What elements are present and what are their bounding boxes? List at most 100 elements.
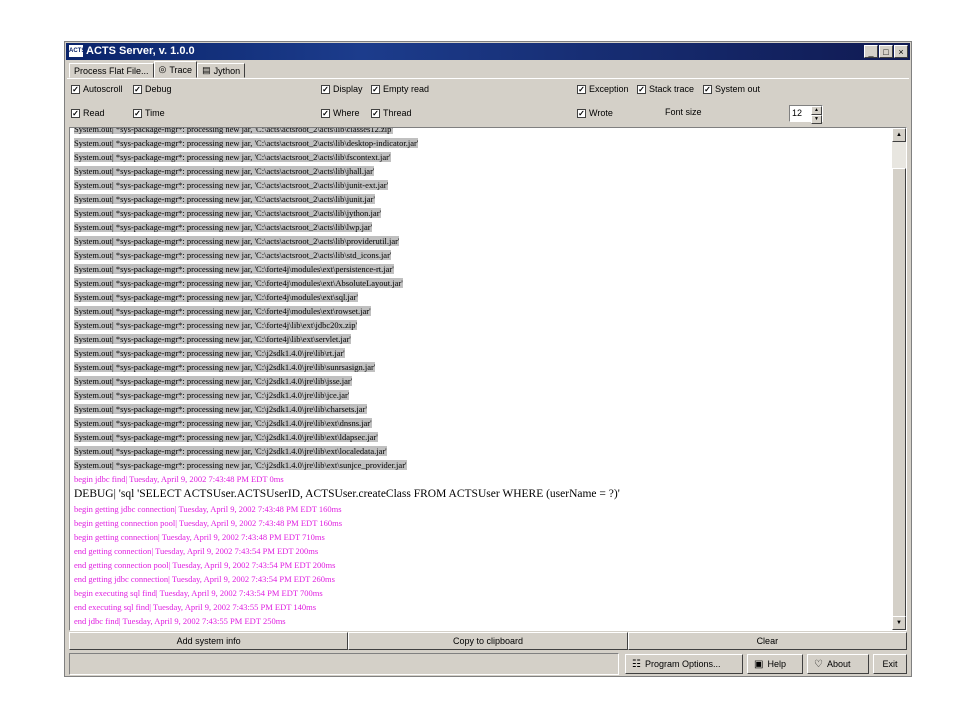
log-line-text: System.out| *sys-package-mgr*: processin… [74, 376, 353, 386]
log-line: begin getting connection| Tuesday, April… [74, 530, 890, 544]
log-line: end getting connection pool| Tuesday, Ap… [74, 558, 890, 572]
log-line: System.out| *sys-package-mgr*: processin… [74, 276, 890, 290]
button-label: Exit [882, 659, 898, 669]
log-line-text: System.out| *sys-package-mgr*: processin… [74, 236, 400, 246]
log-line-text: begin getting connection| Tuesday, April… [74, 532, 325, 542]
checkbox-checked-icon: ✓ [321, 84, 330, 94]
log-lines: System.out| *sys-package-mgr*: processin… [74, 128, 890, 628]
autoscroll-checkbox[interactable]: ✓ Autoscroll [71, 84, 123, 94]
font-size-spinner[interactable]: 12 ▲ ▼ [789, 105, 823, 124]
option-label: Time [145, 108, 165, 118]
log-line: System.out| *sys-package-mgr*: processin… [74, 332, 890, 346]
option-label: Read [83, 108, 105, 118]
debug-checkbox[interactable]: ✓ Debug [133, 84, 172, 94]
checkbox-checked-icon: ✓ [133, 84, 142, 94]
font-size-value[interactable]: 12 [790, 106, 811, 121]
scroll-up-icon[interactable]: ▲ [892, 128, 906, 142]
button-label: About [826, 659, 851, 669]
log-line-text: DEBUG| 'sql 'SELECT ACTSUser.ACTSUserID,… [74, 488, 620, 500]
button-label: Help [767, 659, 786, 669]
tab-label: Trace [169, 64, 193, 75]
checkbox-checked-icon: ✓ [133, 108, 142, 118]
log-line: System.out| *sys-package-mgr*: processin… [74, 304, 890, 318]
log-line-text: end getting connection| Tuesday, April 9… [74, 546, 319, 556]
tab-process-flat-file[interactable]: Process Flat File... [69, 63, 154, 78]
scrollbar-thumb[interactable] [892, 168, 906, 630]
read-checkbox[interactable]: ✓ Read [71, 108, 105, 118]
log-line: System.out| *sys-package-mgr*: processin… [74, 128, 890, 136]
close-button[interactable]: × [894, 45, 908, 58]
log-line-text: System.out| *sys-package-mgr*: processin… [74, 128, 393, 134]
log-line-text: begin executing sql find| Tuesday, April… [74, 588, 323, 598]
log-line-text: end getting connection pool| Tuesday, Ap… [74, 560, 336, 570]
log-line: System.out| *sys-package-mgr*: processin… [74, 458, 890, 472]
log-line-text: System.out| *sys-package-mgr*: processin… [74, 264, 394, 274]
scroll-down-icon[interactable]: ▼ [892, 616, 906, 630]
help-button[interactable]: ▣ Help [747, 654, 803, 674]
title-bar[interactable]: ACTS ACTS Server, v. 1.0.0 _ □ × [66, 43, 910, 60]
log-line: DEBUG| 'sql 'SELECT ACTSUser.ACTSUserID,… [74, 486, 890, 502]
checkbox-checked-icon: ✓ [71, 108, 80, 118]
checkbox-checked-icon: ✓ [321, 108, 330, 118]
tab-label: Jython [213, 65, 241, 76]
copy-to-clipboard-button[interactable]: Copy to clipboard [348, 632, 628, 650]
log-line-text: System.out| *sys-package-mgr*: processin… [74, 334, 351, 344]
log-line-text: System.out| *sys-package-mgr*: processin… [74, 348, 345, 358]
log-line: System.out| *sys-package-mgr*: processin… [74, 206, 890, 220]
log-line: System.out| *sys-package-mgr*: processin… [74, 150, 890, 164]
add-system-info-button[interactable]: Add system info [69, 632, 349, 650]
tab-trace[interactable]: ◎ Trace [153, 61, 198, 78]
exception-checkbox[interactable]: ✓ Exception [577, 84, 629, 94]
where-checkbox[interactable]: ✓ Where [321, 108, 360, 118]
maximize-button[interactable]: □ [879, 45, 893, 58]
vertical-scrollbar[interactable]: ▲ ▼ [892, 128, 906, 630]
checkbox-checked-icon: ✓ [371, 108, 380, 118]
exit-button[interactable]: Exit [873, 654, 907, 674]
log-line: System.out| *sys-package-mgr*: processin… [74, 318, 890, 332]
log-line: System.out| *sys-package-mgr*: processin… [74, 374, 890, 388]
log-line-text: System.out| *sys-package-mgr*: processin… [74, 390, 350, 400]
jython-icon: ▤ [202, 65, 211, 75]
tab-jython[interactable]: ▤ Jython [197, 63, 246, 78]
clear-button[interactable]: Clear [627, 632, 907, 650]
thread-checkbox[interactable]: ✓ Thread [371, 108, 412, 118]
log-line-text: System.out| *sys-package-mgr*: processin… [74, 222, 373, 232]
option-label: Debug [145, 84, 172, 94]
spinner-up-icon[interactable]: ▲ [811, 106, 822, 115]
log-line: end jdbc find| Tuesday, April 9, 2002 7:… [74, 614, 890, 628]
log-line: System.out| *sys-package-mgr*: processin… [74, 388, 890, 402]
log-line: System.out| *sys-package-mgr*: processin… [74, 220, 890, 234]
log-line: end executing sql find| Tuesday, April 9… [74, 600, 890, 614]
time-checkbox[interactable]: ✓ Time [133, 108, 165, 118]
log-line-text: System.out| *sys-package-mgr*: processin… [74, 292, 358, 302]
log-line-text: System.out| *sys-package-mgr*: processin… [74, 180, 389, 190]
log-line: System.out| *sys-package-mgr*: processin… [74, 136, 890, 150]
log-line: System.out| *sys-package-mgr*: processin… [74, 192, 890, 206]
log-line: System.out| *sys-package-mgr*: processin… [74, 178, 890, 192]
program-options-button[interactable]: ☷ Program Options... [625, 654, 743, 674]
spinner-down-icon[interactable]: ▼ [811, 115, 822, 124]
empty-read-checkbox[interactable]: ✓ Empty read [371, 84, 429, 94]
log-line: System.out| *sys-package-mgr*: processin… [74, 416, 890, 430]
option-label: Empty read [383, 84, 430, 94]
log-line: begin getting jdbc connection| Tuesday, … [74, 502, 890, 516]
log-line-text: System.out| *sys-package-mgr*: processin… [74, 306, 371, 316]
log-line-text: System.out| *sys-package-mgr*: processin… [74, 208, 382, 218]
stack-trace-checkbox[interactable]: ✓ Stack trace [637, 84, 694, 94]
option-label: Exception [589, 84, 629, 94]
checkbox-checked-icon: ✓ [577, 108, 586, 118]
option-label: Wrote [589, 108, 613, 118]
minimize-button[interactable]: _ [864, 45, 878, 58]
display-checkbox[interactable]: ✓ Display [321, 84, 363, 94]
help-book-icon: ▣ [754, 658, 764, 670]
tab-divider [67, 78, 909, 79]
log-line-text: end jdbc find| Tuesday, April 9, 2002 7:… [74, 616, 286, 626]
log-line: System.out| *sys-package-mgr*: processin… [74, 248, 890, 262]
wrote-checkbox[interactable]: ✓ Wrote [577, 108, 613, 118]
system-out-checkbox[interactable]: ✓ System out [703, 84, 760, 94]
about-button[interactable]: ♡ About [807, 654, 869, 674]
option-label: Where [333, 108, 360, 118]
trace-log[interactable]: System.out| *sys-package-mgr*: processin… [69, 127, 907, 631]
option-label: Stack trace [649, 84, 695, 94]
log-line: System.out| *sys-package-mgr*: processin… [74, 290, 890, 304]
